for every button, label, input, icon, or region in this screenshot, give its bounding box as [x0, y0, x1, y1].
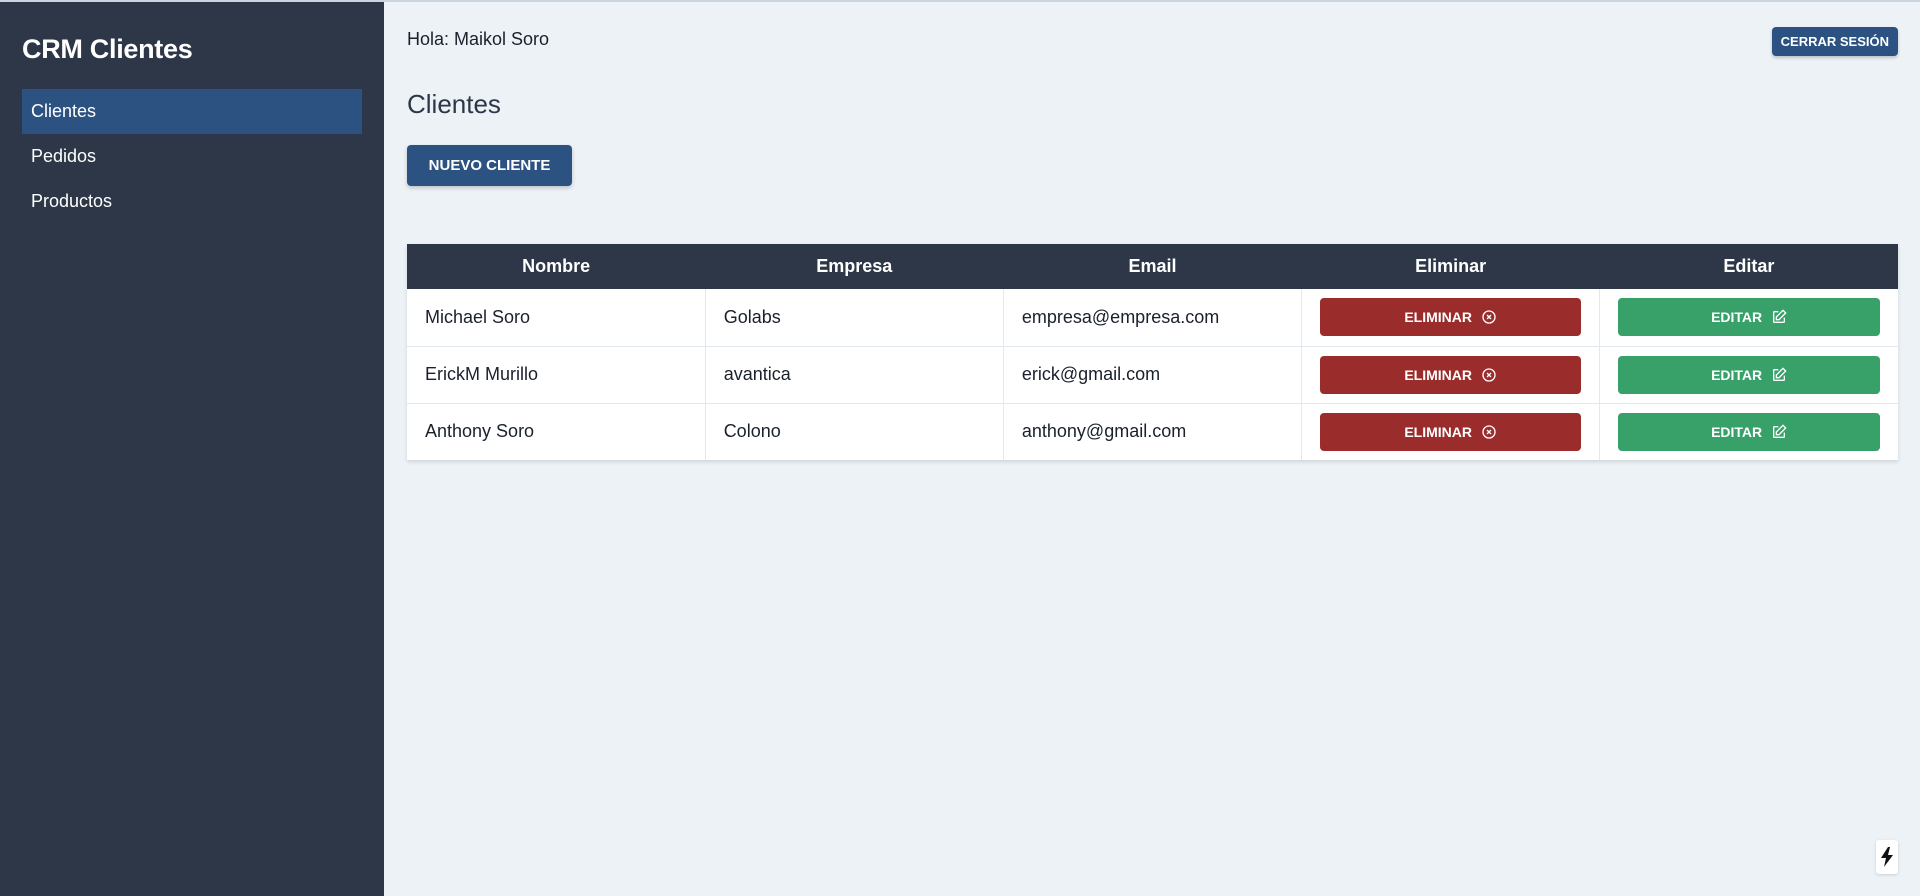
brand-title: CRM Clientes: [22, 34, 193, 64]
table-row: Anthony Soro Colono anthony@gmail.com EL…: [407, 403, 1898, 460]
delete-button[interactable]: ELIMINAR: [1320, 298, 1582, 337]
header-email: Email: [1128, 256, 1177, 276]
delete-button-label: ELIMINAR: [1404, 309, 1472, 326]
cell-nombre: Michael Soro: [407, 289, 706, 346]
edit-button[interactable]: EDITAR: [1618, 355, 1880, 394]
cell-empresa: Golabs: [705, 289, 1004, 346]
cell-nombre: Anthony Soro: [407, 403, 706, 460]
x-circle-icon: [1482, 367, 1496, 382]
user-greeting: Hola: Maikol Soro: [407, 29, 550, 49]
sidebar-item-clientes[interactable]: Clientes: [22, 89, 362, 134]
cell-email: erick@gmail.com: [1003, 346, 1303, 403]
cell-editar: EDITAR: [1600, 289, 1898, 346]
x-circle-icon: [1482, 310, 1496, 324]
clients-table: Nombre Empresa Email Eliminar Editar Mic…: [407, 244, 1898, 460]
header-nombre: Nombre: [522, 256, 591, 276]
x-circle-icon: [1482, 425, 1496, 439]
edit-icon: [1773, 309, 1787, 324]
edit-icon: [1773, 424, 1787, 438]
table-header-row: Nombre Empresa Email Eliminar Editar: [407, 244, 1898, 289]
main-content: Hola: Maikol Soro CERRAR SESIÓN Clientes…: [384, 2, 1920, 896]
table-row: ErickM Murillo avantica erick@gmail.com …: [407, 346, 1898, 403]
edit-button[interactable]: EDITAR: [1618, 412, 1880, 451]
cell-editar: EDITAR: [1600, 346, 1898, 403]
delete-button[interactable]: ELIMINAR: [1320, 355, 1582, 394]
sidebar-item-productos[interactable]: Productos: [22, 179, 362, 224]
new-client-button[interactable]: NUEVO CLIENTE: [407, 145, 572, 186]
edit-icon: [1773, 366, 1787, 381]
header-editar: Editar: [1723, 256, 1775, 276]
clients-table-container: Nombre Empresa Email Eliminar Editar Mic…: [407, 244, 1898, 460]
cell-eliminar: ELIMINAR: [1301, 403, 1601, 460]
cell-eliminar: ELIMINAR: [1301, 289, 1601, 346]
edit-button-label: EDITAR: [1711, 423, 1763, 440]
edit-button-label: EDITAR: [1711, 366, 1763, 383]
edit-button[interactable]: EDITAR: [1618, 298, 1880, 337]
sidebar: CRM Clientes Clientes Pedidos Productos: [0, 2, 384, 896]
logout-button[interactable]: CERRAR SESIÓN: [1771, 27, 1898, 56]
header-eliminar: Eliminar: [1415, 256, 1487, 276]
cell-email: empresa@empresa.com: [1003, 289, 1303, 346]
cell-email: anthony@gmail.com: [1003, 403, 1303, 460]
delete-button-label: ELIMINAR: [1404, 423, 1472, 440]
page-title: Clientes: [407, 89, 501, 119]
cell-editar: EDITAR: [1600, 403, 1898, 460]
cell-nombre: ErickM Murillo: [407, 346, 706, 403]
delete-button-label: ELIMINAR: [1404, 366, 1472, 383]
header-empresa: Empresa: [816, 256, 893, 276]
lightning-icon: [1881, 847, 1893, 867]
cell-empresa: Colono: [705, 403, 1004, 460]
delete-button[interactable]: ELIMINAR: [1320, 412, 1582, 451]
sidebar-nav: Clientes Pedidos Productos: [22, 89, 362, 224]
table-row: Michael Soro Golabs empresa@empresa.com …: [407, 289, 1898, 346]
cell-eliminar: ELIMINAR: [1301, 346, 1601, 403]
cell-empresa: avantica: [705, 346, 1004, 403]
lightning-button[interactable]: [1876, 840, 1898, 874]
sidebar-item-pedidos[interactable]: Pedidos: [22, 134, 362, 179]
edit-button-label: EDITAR: [1711, 309, 1763, 326]
